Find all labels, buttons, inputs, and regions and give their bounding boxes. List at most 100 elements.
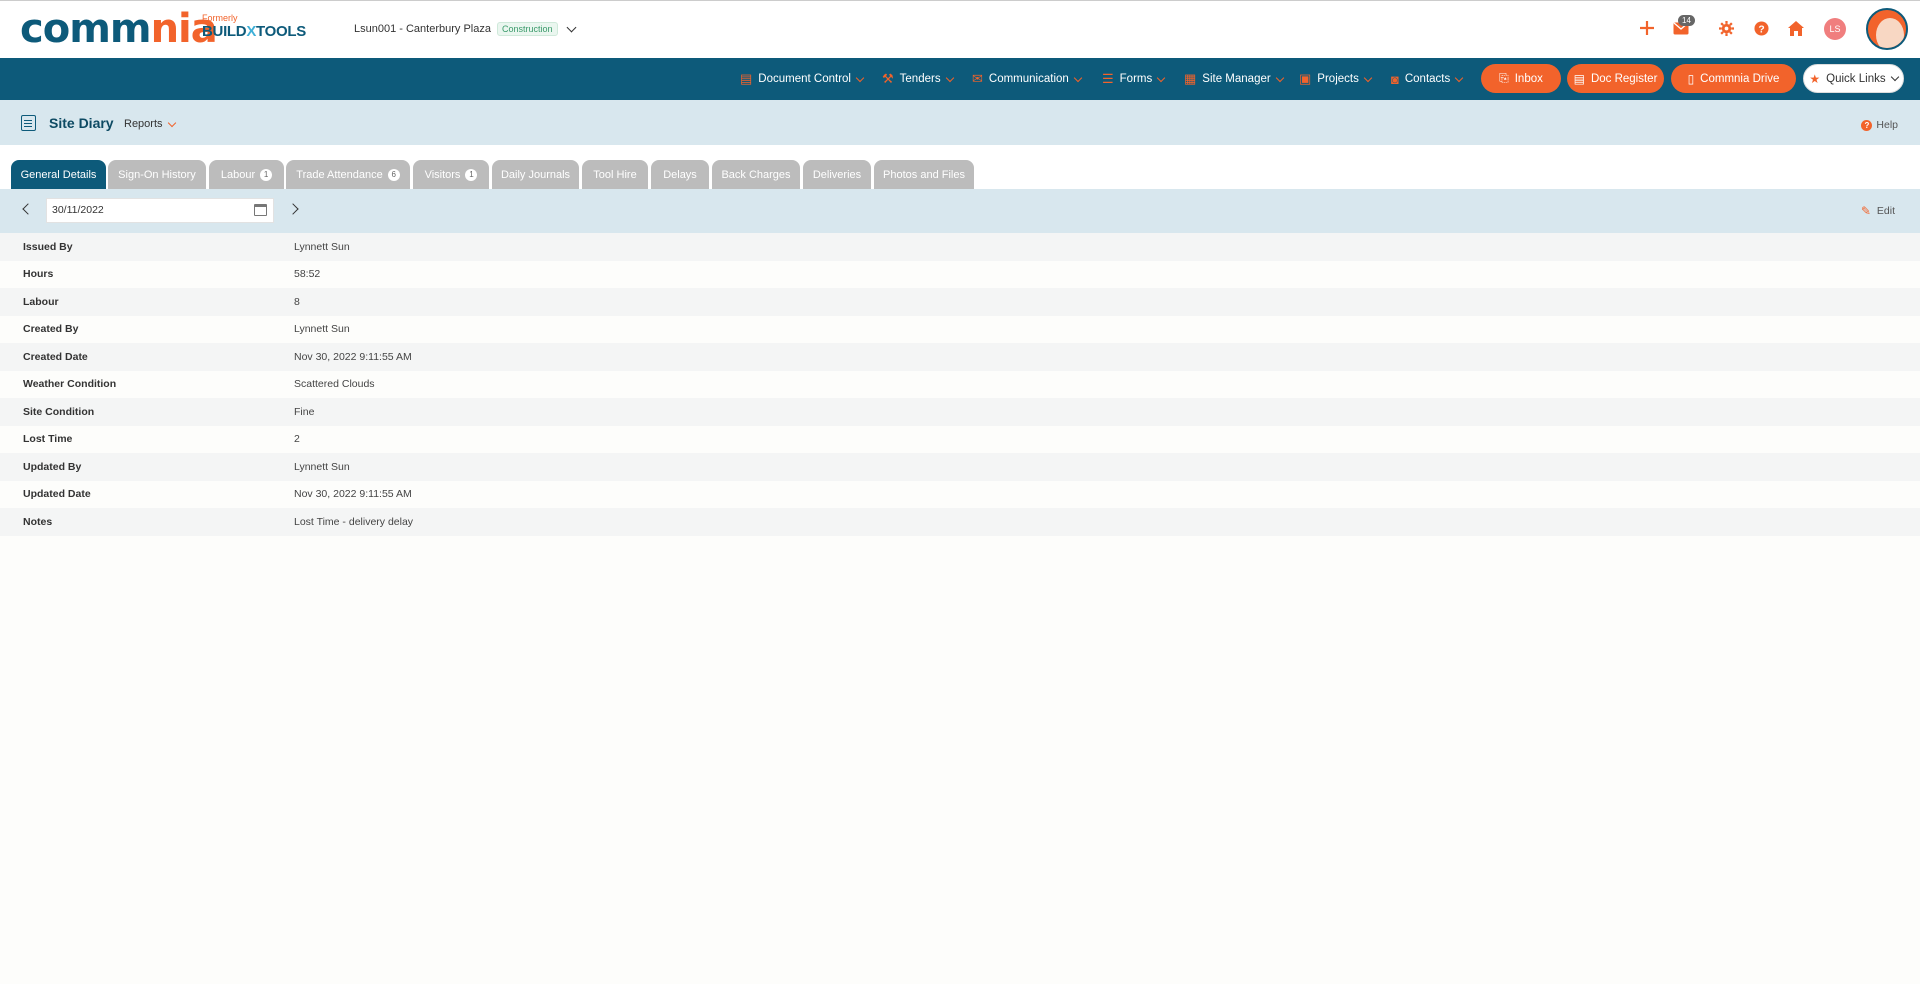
detail-label: Notes bbox=[23, 515, 53, 528]
calendar-icon[interactable] bbox=[254, 204, 267, 216]
svg-text:?: ? bbox=[1758, 24, 1764, 35]
old-brand-x: X bbox=[246, 23, 257, 40]
tab-trade-attendance[interactable]: Trade Attendance 6 bbox=[286, 160, 410, 189]
edit-label: Edit bbox=[1876, 205, 1895, 217]
envelope-icon: ✉ bbox=[972, 71, 983, 86]
tab-label: General Details bbox=[20, 168, 97, 181]
help-icon[interactable]: ? bbox=[1752, 19, 1770, 37]
inbox-button[interactable]: ⎘ Inbox bbox=[1481, 64, 1561, 93]
nav-communication[interactable]: ✉ Communication bbox=[972, 58, 1083, 100]
next-day-arrow-icon[interactable] bbox=[287, 203, 299, 215]
support-avatar[interactable] bbox=[1866, 8, 1908, 50]
chevron-down-icon bbox=[1455, 73, 1464, 82]
previous-day-arrow-icon[interactable] bbox=[22, 203, 34, 215]
commnia-logo[interactable]: commnia bbox=[20, 6, 218, 52]
doc-register-label: Doc Register bbox=[1590, 72, 1658, 85]
detail-row-site-condition: Site Condition Fine bbox=[0, 398, 1920, 426]
tab-photos-and-files[interactable]: Photos and Files bbox=[874, 160, 974, 189]
doc-register-button[interactable]: ▤ Doc Register bbox=[1567, 64, 1664, 93]
nav-projects[interactable]: ▣ Projects bbox=[1299, 58, 1373, 100]
date-navigation-bar: 30/11/2022 ✎ Edit bbox=[0, 189, 1920, 233]
tab-count-badge: 1 bbox=[260, 168, 273, 181]
tab-strip: General Details Sign-On History Labour 1… bbox=[0, 145, 1920, 189]
nav-label: Contacts bbox=[1404, 73, 1451, 85]
tab-general-details[interactable]: General Details bbox=[11, 160, 106, 189]
chevron-down-icon bbox=[1275, 73, 1284, 82]
projects-icon: ▣ bbox=[1299, 71, 1312, 86]
settings-gear-icon[interactable] bbox=[1717, 19, 1735, 37]
chevron-down-icon bbox=[167, 118, 176, 127]
reports-dropdown[interactable]: Reports bbox=[124, 118, 176, 130]
detail-row-updated-date: Updated Date Nov 30, 2022 9:11:55 AM bbox=[0, 480, 1920, 508]
star-icon: ★ bbox=[1809, 71, 1821, 86]
commnia-drive-label: Commnia Drive bbox=[1700, 72, 1780, 85]
doc-register-icon: ▤ bbox=[1573, 71, 1585, 86]
document-control-icon: ▤ bbox=[740, 71, 753, 86]
detail-row-labour: Labour 8 bbox=[0, 288, 1920, 316]
detail-label: Issued By bbox=[23, 240, 73, 253]
nav-forms[interactable]: ☰ Forms bbox=[1102, 58, 1166, 100]
commnia-drive-button[interactable]: ▯ Commnia Drive bbox=[1671, 64, 1796, 93]
logo-text-part1: comm bbox=[20, 6, 152, 52]
chevron-down-icon bbox=[855, 73, 865, 82]
project-status-badge: Construction bbox=[496, 22, 558, 36]
project-name: Lsun001 - Canterbury Plaza bbox=[354, 23, 491, 35]
site-diary-icon bbox=[21, 115, 36, 131]
quick-links-label: Quick Links bbox=[1826, 72, 1886, 85]
tab-labour[interactable]: Labour 1 bbox=[209, 160, 284, 189]
help-icon: ? bbox=[1861, 119, 1873, 131]
nav-contacts[interactable]: ◙ Contacts bbox=[1391, 58, 1464, 100]
page-title: Site Diary bbox=[49, 115, 114, 131]
nav-label: Document Control bbox=[758, 73, 851, 85]
edit-button[interactable]: ✎ Edit bbox=[1861, 204, 1895, 218]
chevron-down-icon bbox=[945, 73, 954, 82]
chevron-down-icon bbox=[1073, 73, 1083, 82]
tab-deliveries[interactable]: Deliveries bbox=[803, 160, 871, 189]
add-icon[interactable] bbox=[1638, 19, 1656, 37]
detail-value: Scattered Clouds bbox=[294, 378, 375, 391]
formerly-buildtools-label: Formerly BUILDXTOOLS bbox=[202, 13, 306, 40]
project-selector[interactable]: Lsun001 - Canterbury Plaza Construction bbox=[354, 22, 576, 36]
detail-label: Created Date bbox=[23, 350, 88, 363]
drive-icon: ▯ bbox=[1687, 71, 1695, 86]
help-link[interactable]: ? Help bbox=[1861, 119, 1898, 131]
detail-label: Site Condition bbox=[23, 405, 95, 418]
date-field[interactable]: 30/11/2022 bbox=[46, 198, 274, 223]
detail-row-notes: Notes Lost Time - delivery delay bbox=[0, 508, 1920, 536]
detail-row-created-by: Created By Lynnett Sun bbox=[0, 315, 1920, 343]
tab-label: Deliveries bbox=[812, 168, 862, 181]
detail-label: Hours bbox=[23, 268, 54, 281]
tab-sign-on-history[interactable]: Sign-On History bbox=[108, 160, 206, 189]
tab-visitors[interactable]: Visitors 1 bbox=[413, 160, 489, 189]
chevron-down-icon bbox=[1890, 72, 1899, 82]
detail-value: 8 bbox=[294, 295, 300, 308]
detail-value: 2 bbox=[294, 433, 300, 446]
chevron-down-icon bbox=[1157, 73, 1166, 82]
nav-document-control[interactable]: ▤ Document Control bbox=[740, 58, 865, 100]
chevron-down-icon bbox=[566, 22, 576, 33]
tab-count-badge: 6 bbox=[387, 168, 400, 181]
user-initials-avatar[interactable]: LS bbox=[1824, 18, 1846, 40]
tab-tool-hire[interactable]: Tool Hire bbox=[582, 160, 648, 189]
detail-label: Created By bbox=[23, 323, 79, 336]
detail-row-created-date: Created Date Nov 30, 2022 9:11:55 AM bbox=[0, 343, 1920, 371]
tab-label: Sign-On History bbox=[118, 168, 196, 181]
tab-back-charges[interactable]: Back Charges bbox=[712, 160, 800, 189]
detail-row-hours: Hours 58:52 bbox=[0, 260, 1920, 288]
detail-value: Nov 30, 2022 9:11:55 AM bbox=[294, 488, 412, 501]
tab-delays[interactable]: Delays bbox=[651, 160, 709, 189]
detail-value: Nov 30, 2022 9:11:55 AM bbox=[294, 350, 412, 363]
nav-site-manager[interactable]: ▦ Site Manager bbox=[1184, 58, 1284, 100]
detail-row-issued-by: Issued By Lynnett Sun bbox=[0, 233, 1920, 261]
quick-links-button[interactable]: ★ Quick Links bbox=[1803, 64, 1904, 93]
reports-label: Reports bbox=[124, 118, 163, 130]
tab-daily-journals[interactable]: Daily Journals bbox=[492, 160, 579, 189]
nav-label: Communication bbox=[988, 73, 1069, 85]
nav-label: Tenders bbox=[899, 73, 941, 85]
detail-label: Lost Time bbox=[23, 433, 73, 446]
detail-value: Lost Time - delivery delay bbox=[294, 515, 414, 528]
nav-tenders[interactable]: ⚒ Tenders bbox=[882, 58, 954, 100]
hammer-icon: ⚒ bbox=[882, 71, 894, 86]
home-icon[interactable] bbox=[1787, 19, 1805, 37]
tab-label: Trade Attendance bbox=[296, 168, 383, 181]
